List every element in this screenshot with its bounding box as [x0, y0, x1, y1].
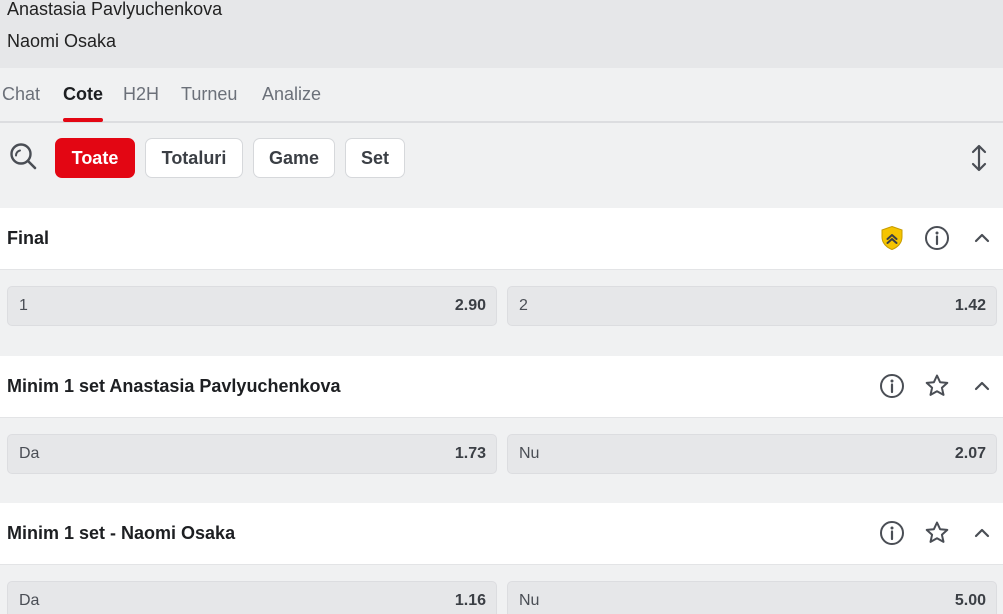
market-min-1-set-osaka: Minim 1 set - Naomi Osaka Da 1.16 Nu 5.0… [0, 503, 1003, 614]
market-final: Final 1 2.90 2 1.42 [0, 208, 1003, 342]
active-tab-indicator [63, 118, 103, 122]
market-title: Minim 1 set - Naomi Osaka [7, 523, 236, 543]
odds-value: 2.90 [454, 297, 486, 314]
chevron-up-icon[interactable] [969, 520, 995, 546]
outcome-label: Nu [519, 592, 540, 609]
star-icon[interactable] [924, 373, 950, 399]
tab-bar: Chat Cote H2H Turneu Analize [0, 68, 1003, 123]
odds-button[interactable]: 2 1.42 [507, 286, 997, 326]
market-title: Final [7, 228, 50, 248]
odds-button[interactable]: Nu 2.07 [507, 434, 997, 474]
market-title: Minim 1 set Anastasia Pavlyuchenkova [7, 376, 341, 396]
market-outcomes: Da 1.16 Nu 5.00 [0, 565, 1003, 614]
market-header: Minim 1 set Anastasia Pavlyuchenkova [0, 356, 1003, 418]
market-header: Minim 1 set - Naomi Osaka [0, 503, 1003, 565]
tab-h2h[interactable]: H2H [123, 84, 159, 105]
tab-turneu[interactable]: Turneu [181, 84, 237, 105]
tab-analize[interactable]: Analize [262, 84, 321, 105]
chevron-up-icon[interactable] [969, 225, 995, 251]
info-icon[interactable] [879, 373, 905, 399]
star-icon[interactable] [924, 520, 950, 546]
player-1-name: Anastasia Pavlyuchenkova [7, 0, 223, 19]
market-outcomes: Da 1.73 Nu 2.07 [0, 418, 1003, 490]
filter-chip-totaluri[interactable]: Totaluri [145, 138, 243, 178]
odds-value: 1.73 [454, 445, 486, 462]
chevron-up-icon[interactable] [969, 373, 995, 399]
filter-bar: Toate Totaluri Game Set [0, 123, 1003, 208]
expand-collapse-icon[interactable] [968, 143, 990, 173]
odds-button[interactable]: Nu 5.00 [507, 581, 997, 614]
outcome-label: Da [19, 445, 40, 462]
outcome-label: Nu [519, 445, 540, 462]
market-min-1-set-pavlyuchenkova: Minim 1 set Anastasia Pavlyuchenkova Da … [0, 356, 1003, 490]
outcome-label: 1 [19, 297, 28, 314]
market-outcomes: 1 2.90 2 1.42 [0, 270, 1003, 342]
tab-cote[interactable]: Cote [63, 84, 103, 105]
info-icon[interactable] [879, 520, 905, 546]
odds-value: 5.00 [954, 592, 986, 609]
outcome-label: Da [19, 592, 40, 609]
filter-chip-toate[interactable]: Toate [55, 138, 135, 178]
odds-button[interactable]: Da 1.16 [7, 581, 497, 614]
odds-value: 2.07 [954, 445, 986, 462]
odds-value: 1.42 [954, 297, 986, 314]
filter-chip-set[interactable]: Set [345, 138, 405, 178]
shield-icon[interactable] [879, 225, 905, 251]
match-header: Anastasia Pavlyuchenkova Naomi Osaka [0, 0, 1003, 68]
filter-chip-game[interactable]: Game [253, 138, 335, 178]
search-icon[interactable] [9, 142, 37, 170]
tab-chat[interactable]: Chat [2, 84, 40, 105]
odds-value: 1.16 [454, 592, 486, 609]
outcome-label: 2 [519, 297, 528, 314]
player-2-name: Naomi Osaka [7, 31, 117, 51]
info-icon[interactable] [924, 225, 950, 251]
odds-button[interactable]: 1 2.90 [7, 286, 497, 326]
odds-button[interactable]: Da 1.73 [7, 434, 497, 474]
market-header: Final [0, 208, 1003, 270]
